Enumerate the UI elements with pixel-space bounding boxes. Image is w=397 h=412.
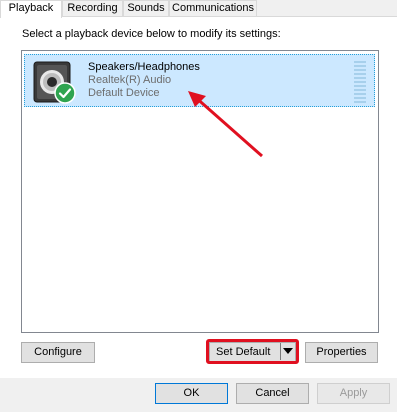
cancel-button[interactable]: Cancel: [236, 383, 309, 404]
properties-button[interactable]: Properties: [305, 342, 378, 363]
tab-recording[interactable]: Recording: [62, 0, 123, 16]
device-item-speakers[interactable]: Speakers/Headphones Realtek(R) Audio Def…: [24, 54, 375, 107]
device-list[interactable]: Speakers/Headphones Realtek(R) Audio Def…: [21, 50, 379, 333]
volume-level-meter: [354, 61, 366, 105]
highlight-box-annotation: [206, 339, 299, 364]
device-driver: Realtek(R) Audio: [88, 74, 172, 86]
ok-button[interactable]: OK: [155, 383, 228, 404]
tab-sounds[interactable]: Sounds: [123, 0, 169, 16]
tab-communications[interactable]: Communications: [169, 0, 257, 16]
green-check-icon: [54, 82, 76, 104]
device-name: Speakers/Headphones: [88, 61, 200, 73]
configure-button[interactable]: Configure: [21, 342, 95, 363]
apply-button[interactable]: Apply: [317, 383, 390, 404]
tab-playback[interactable]: Playback: [0, 0, 62, 18]
instruction-text: Select a playback device below to modify…: [22, 28, 281, 40]
tab-strip: Playback Recording Sounds Communications: [0, 0, 397, 18]
device-status: Default Device: [88, 87, 160, 99]
